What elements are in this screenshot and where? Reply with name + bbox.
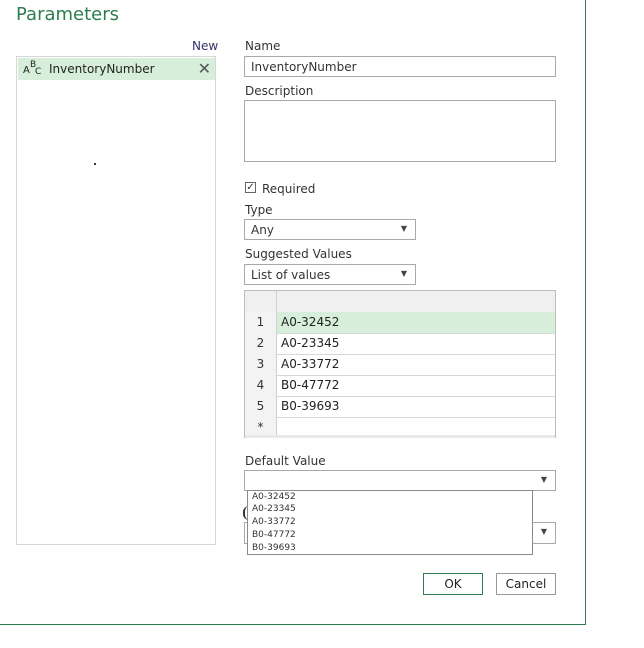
list-marker xyxy=(94,163,96,165)
parameter-name-label: InventoryNumber xyxy=(49,62,155,76)
default-value-dropdown-list[interactable]: A0-32452 A0-23345 A0-33772 B0-47772 B0-3… xyxy=(247,490,533,555)
grid-bottom-bar xyxy=(245,435,555,438)
row-number: 5 xyxy=(245,396,277,417)
chevron-down-icon: ▼ xyxy=(400,269,407,278)
type-select[interactable]: Any ▼ xyxy=(244,219,416,240)
required-label: Required xyxy=(262,182,316,196)
required-checkbox[interactable]: ✓ xyxy=(245,182,256,193)
type-label: Type xyxy=(245,203,273,217)
suggested-values-label: Suggested Values xyxy=(245,247,352,261)
row-value[interactable]: A0-23345 xyxy=(281,333,339,354)
description-input[interactable] xyxy=(244,100,556,162)
close-icon[interactable]: ✕ xyxy=(198,59,211,78)
abc-icon: ABC xyxy=(23,60,42,77)
dropdown-option[interactable]: A0-33772 xyxy=(252,518,296,527)
row-number: 4 xyxy=(245,375,277,396)
values-grid: 1 A0-32452 2 A0-23345 3 A0-33772 4 B0-47… xyxy=(244,290,556,438)
chevron-down-icon: ▼ xyxy=(400,224,407,233)
chevron-down-icon: ▼ xyxy=(540,527,547,536)
row-number: 3 xyxy=(245,354,277,375)
name-label: Name xyxy=(245,39,281,53)
parameters-dialog: Parameters New ABC InventoryNumber ✕ Nam… xyxy=(0,0,586,625)
dropdown-option[interactable]: A0-32452 xyxy=(252,493,296,502)
row-number: 2 xyxy=(245,333,277,354)
row-value[interactable]: A0-32452 xyxy=(281,312,339,333)
row-number: 1 xyxy=(245,312,277,333)
table-row[interactable]: 1 A0-32452 xyxy=(245,312,555,334)
row-value[interactable]: A0-33772 xyxy=(281,354,339,375)
dropdown-option[interactable]: B0-47772 xyxy=(252,531,296,540)
type-select-value: Any xyxy=(251,223,274,237)
grid-corner xyxy=(245,291,277,312)
name-input[interactable]: InventoryNumber xyxy=(244,56,556,77)
new-parameter-link[interactable]: New xyxy=(192,39,218,53)
suggested-values-select[interactable]: List of values ▼ xyxy=(244,264,416,285)
suggested-values-select-value: List of values xyxy=(251,268,331,282)
row-value[interactable]: B0-39693 xyxy=(281,396,339,417)
row-value[interactable]: B0-47772 xyxy=(281,375,339,396)
description-label: Description xyxy=(245,84,314,98)
parameter-list-item[interactable]: ABC InventoryNumber ✕ xyxy=(18,58,215,80)
dialog-title: Parameters xyxy=(16,4,120,25)
default-value-label: Default Value xyxy=(245,454,326,468)
chevron-down-icon: ▼ xyxy=(540,475,547,484)
values-grid-header xyxy=(245,291,555,313)
cancel-button[interactable]: Cancel xyxy=(496,573,556,595)
table-row[interactable]: 2 A0-23345 xyxy=(245,333,555,355)
table-row[interactable]: 4 B0-47772 xyxy=(245,375,555,397)
dropdown-option[interactable]: A0-23345 xyxy=(252,505,296,514)
table-row[interactable]: 3 A0-33772 xyxy=(245,354,555,376)
ok-button[interactable]: OK xyxy=(423,573,483,595)
table-row[interactable]: 5 B0-39693 xyxy=(245,396,555,418)
parameter-list: ABC InventoryNumber ✕ xyxy=(16,56,216,545)
dropdown-option[interactable]: B0-39693 xyxy=(252,544,296,553)
default-value-select[interactable]: ▼ xyxy=(244,470,556,491)
